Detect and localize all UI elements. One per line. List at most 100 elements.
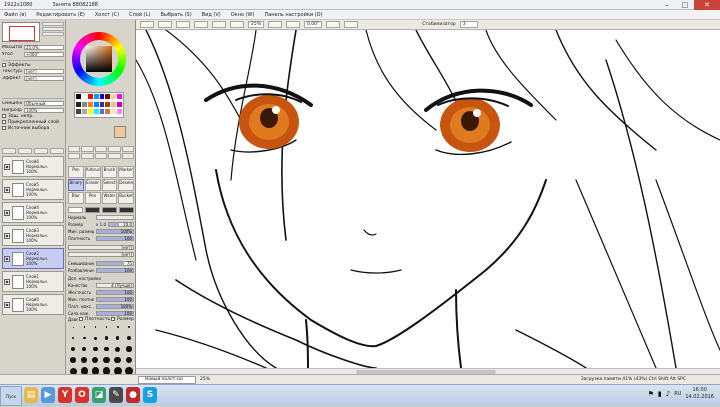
size-preset[interactable] xyxy=(79,333,89,343)
brush-binary[interactable]: Binary xyxy=(68,179,84,191)
color-swatch[interactable] xyxy=(81,94,87,99)
size-preset[interactable] xyxy=(124,355,134,365)
color-swatch[interactable] xyxy=(87,94,93,99)
color-swatch[interactable] xyxy=(99,94,105,99)
lasso-tool-button[interactable] xyxy=(81,153,94,159)
color-swatch[interactable] xyxy=(81,101,87,107)
brush-water[interactable]: Water xyxy=(101,192,118,204)
color-swatch[interactable] xyxy=(99,109,105,115)
new-layer-button[interactable] xyxy=(2,148,16,154)
size-preset[interactable] xyxy=(124,344,134,354)
menu-file[interactable]: Файл (в) xyxy=(4,12,26,18)
photos-icon[interactable]: ◪ xyxy=(92,387,106,403)
size-preset[interactable] xyxy=(90,344,100,354)
blend-mode-select[interactable]: Обычный xyxy=(24,100,64,106)
show-selection-button[interactable] xyxy=(212,21,226,28)
quality-select[interactable]: 4 (Лучше) xyxy=(96,282,134,288)
color-swatch[interactable] xyxy=(111,101,117,107)
stabilizer-select[interactable]: 3 xyxy=(459,21,478,28)
layer-item[interactable]: ◉ Слой0 Нормальн. 100% xyxy=(2,294,64,315)
menu-layer[interactable]: Слой (L) xyxy=(129,12,150,18)
zoom-field[interactable]: 25% xyxy=(248,21,265,28)
rotate-tool-button[interactable] xyxy=(94,146,108,152)
brush-bucket[interactable]: Bucket xyxy=(118,192,134,204)
clock[interactable]: 16:00 14.02.2016 xyxy=(685,387,714,401)
blend-slider[interactable]: 75 xyxy=(96,260,134,266)
network-icon[interactable]: ▮ xyxy=(658,390,662,398)
rotate-right-button[interactable] xyxy=(326,21,341,28)
brush-marker[interactable]: Marker xyxy=(118,166,134,178)
menu-edit[interactable]: Редактировать (Е) xyxy=(36,12,85,18)
size-preset[interactable] xyxy=(113,322,123,332)
nav-angle-slider[interactable]: +000° xyxy=(24,51,64,57)
skype-icon[interactable]: S xyxy=(143,387,157,403)
menu-canvas[interactable]: Холст (С) xyxy=(95,12,119,18)
brush-texture-select[interactable]: [нет] xyxy=(68,251,134,257)
texture-select[interactable]: [нет] xyxy=(24,68,64,74)
eye-icon[interactable]: ◉ xyxy=(4,163,10,170)
current-color[interactable] xyxy=(114,126,126,138)
merge-layer-button[interactable] xyxy=(34,148,48,154)
eye-icon[interactable]: ◉ xyxy=(4,232,10,239)
layer-item[interactable]: ◉ Слой4 Нормальн. 100% xyxy=(2,202,64,223)
color-wheel[interactable] xyxy=(72,32,126,86)
brush-pen2[interactable]: Pen xyxy=(84,192,101,204)
canvas-tab[interactable]: Новый холст.sai xyxy=(138,376,196,384)
color-swatch[interactable] xyxy=(99,101,105,107)
size-preset[interactable] xyxy=(90,333,100,343)
size-preset[interactable] xyxy=(68,355,78,365)
color-swatch[interactable] xyxy=(117,94,122,99)
eye-icon[interactable]: ◉ xyxy=(4,186,10,193)
size-preset[interactable] xyxy=(79,355,89,365)
size-preset[interactable] xyxy=(102,355,112,365)
menu-window[interactable]: Окно (W) xyxy=(231,12,255,18)
min-size-slider[interactable]: 100% xyxy=(96,228,134,234)
clipping-group-check[interactable]: Прикрепленный слой xyxy=(2,119,64,125)
shape-flat-button[interactable] xyxy=(119,207,134,213)
yandex-icon[interactable]: Y xyxy=(58,387,72,403)
opacity-slider[interactable]: 100% xyxy=(24,107,64,113)
color-swatch[interactable] xyxy=(105,109,111,115)
size-preset[interactable] xyxy=(79,344,89,354)
shape-hard-button[interactable] xyxy=(102,207,117,213)
menu-view[interactable]: Вид (V) xyxy=(202,12,221,18)
color-swatch[interactable] xyxy=(93,94,99,99)
brush-airbrush[interactable]: Airbrush xyxy=(84,166,101,178)
size-preset[interactable] xyxy=(124,333,134,343)
media-icon[interactable]: ▶ xyxy=(41,387,55,403)
minimize-button[interactable]: – xyxy=(658,0,676,10)
color-swatch[interactable] xyxy=(111,109,117,115)
brush-deselect[interactable]: Deselect xyxy=(118,179,134,191)
color-swatch[interactable] xyxy=(105,101,111,107)
brush-brush[interactable]: Brush xyxy=(101,166,118,178)
layer-item-selected[interactable]: ◉ Слой2 Нормальн. 100% xyxy=(2,248,64,269)
size-preset[interactable] xyxy=(68,344,78,354)
invert-selection-button[interactable] xyxy=(194,21,208,28)
delete-layer-button[interactable] xyxy=(50,148,64,154)
size-preset[interactable] xyxy=(113,333,123,343)
navigator-preview[interactable] xyxy=(2,22,40,42)
color-swatch[interactable] xyxy=(93,109,99,115)
color-bg-button[interactable] xyxy=(121,153,134,159)
size-preset[interactable] xyxy=(68,322,78,332)
brush-select[interactable]: Select xyxy=(101,179,118,191)
saturation-square[interactable] xyxy=(86,46,112,72)
menu-settings[interactable]: Панель настройки (О) xyxy=(264,12,322,18)
redo-button[interactable] xyxy=(158,21,172,28)
advanced-header[interactable]: Доп. настройки xyxy=(68,275,134,281)
start-button[interactable]: Пуск xyxy=(0,386,22,406)
maximize-button[interactable]: □ xyxy=(676,0,694,10)
nav-zoom-in-button[interactable] xyxy=(42,22,64,26)
color-swatch[interactable] xyxy=(105,94,111,99)
size-preset[interactable] xyxy=(102,344,112,354)
shape-soft-button[interactable] xyxy=(85,207,100,213)
brush-pen[interactable]: Pen xyxy=(68,166,84,178)
size-preset[interactable] xyxy=(68,333,78,343)
brush-eraser[interactable]: Eraser xyxy=(84,179,101,191)
nav-zoom-out-button[interactable] xyxy=(42,27,64,31)
eye-icon[interactable]: ◉ xyxy=(4,278,10,285)
size-preset[interactable] xyxy=(79,322,89,332)
volume-icon[interactable]: ♪ xyxy=(666,390,670,398)
nav-reset-button[interactable] xyxy=(42,32,64,36)
pressure-hard-slider[interactable]: 100 xyxy=(96,310,134,316)
